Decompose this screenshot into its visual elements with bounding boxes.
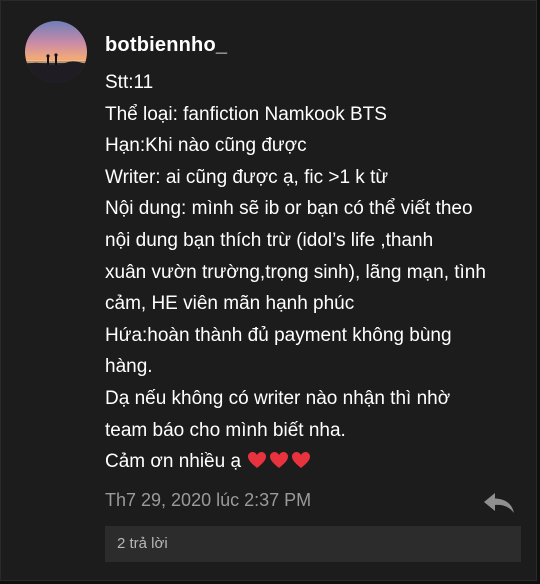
sunset-landscape-avatar-icon [25,21,87,83]
comment-line: cảm, HE viên mãn hạnh phúc [105,293,355,315]
replies-count-label: 2 trả lời [117,535,168,552]
comment-line-thanks: Cảm ơn nhiều ạ [105,446,525,480]
red-heart-icon [248,452,267,469]
comment-line: Stt:11 [105,72,154,93]
comment-line: nội dung bạn thích trừ (idol’s life ,tha… [105,229,434,251]
avatar[interactable] [25,21,87,83]
thanks-text: Cảm ơn nhiều ạ [105,451,242,473]
comment-line: Thể loại: fanfiction Namkook BTS [105,103,387,125]
comment-line: xuân vườn trường,trọng sinh), lãng mạn, … [105,261,486,283]
reply-arrow-icon[interactable] [482,490,516,516]
comment-timestamp[interactable]: Th7 29, 2020 lúc 2:37 PM [105,490,311,511]
red-heart-icon [292,452,311,469]
comment-line: team báo cho mình biết nha. [105,419,346,441]
view-replies-button[interactable]: 2 trả lời [105,526,521,562]
comment-body: Stt:11 Thể loại: fanfiction Namkook BTS … [105,67,525,480]
comment-line: Writer: ai cũng được ạ, fic >1 k từ [105,166,389,188]
red-heart-icon [270,452,289,469]
comment-line: Dạ nếu không có writer nào nhận thì nhờ [105,387,451,409]
author-name[interactable]: botbiennho_ [105,34,227,57]
comment-line: hàng. [105,356,153,378]
comment-line: Nội dung: mình sẽ ib or bạn có thể viết … [105,198,473,220]
comment-panel: botbiennho_ Stt:11 Thể loại: fanfiction … [0,0,537,581]
comment-line: Hạn:Khi nào cũng được [105,135,307,157]
hearts-group [247,448,313,480]
comment-line: Hứa:hoàn thành đủ payment không bùng [105,324,452,346]
